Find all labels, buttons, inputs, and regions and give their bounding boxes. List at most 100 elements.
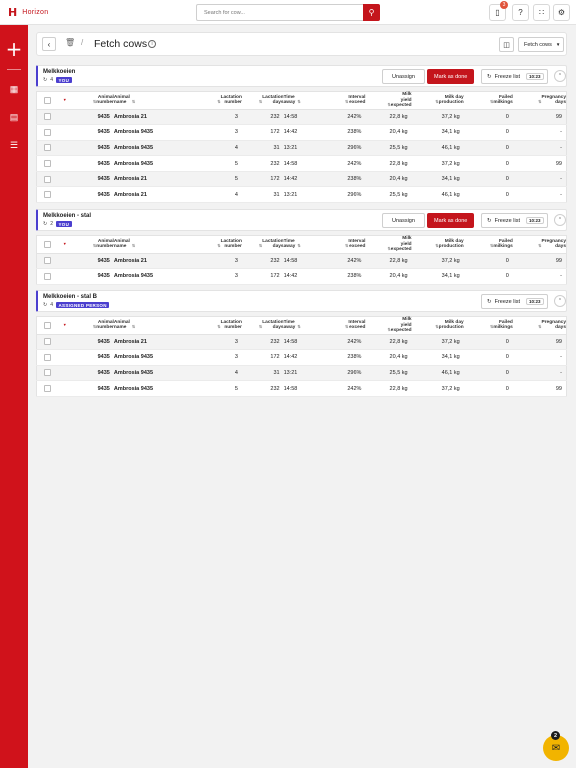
column-header[interactable]: ⇅ Pregnancy days <box>512 316 567 335</box>
sort-icon[interactable]: ▾ <box>64 241 66 246</box>
cell-interval-exceed: 238% <box>320 171 366 188</box>
collapse-button[interactable]: ⌃ <box>554 214 566 226</box>
back-button[interactable]: ‹ <box>42 37 56 51</box>
row-checkbox[interactable] <box>43 385 51 393</box>
cell-lactation-days: 31 <box>241 365 284 382</box>
column-header[interactable]: ⇅ Failed milkings <box>463 316 513 335</box>
column-header[interactable]: ⇅ Milk day production <box>411 91 464 110</box>
sort-icon[interactable]: ▾ <box>64 97 66 102</box>
freeze-time: 10:23 <box>525 217 544 224</box>
column-header[interactable]: ⇅ Failed milkings <box>463 91 513 110</box>
trash-icon[interactable]: 🗑 <box>65 38 75 47</box>
column-header[interactable]: ⇅ Lactation days <box>241 235 284 254</box>
table-row[interactable]: 9435 Ambrosia 21 3 232 14:58 242% 22,8 kg 37,2 … <box>36 253 567 270</box>
column-header-label: Time away <box>284 95 296 106</box>
freeze-list-button[interactable]: ↻ Freeze list 10:23 <box>481 69 548 84</box>
collapse-button[interactable]: ⌃ <box>554 70 566 82</box>
column-header[interactable]: ⇅ Lactation days <box>241 316 284 335</box>
select-all-checkbox[interactable] <box>43 240 51 248</box>
row-checkbox[interactable] <box>43 369 51 377</box>
column-header[interactable]: ⇅ Pregnancy days <box>512 91 567 110</box>
column-header[interactable]: Time away ⇅ <box>283 316 321 335</box>
row-checkbox[interactable] <box>43 160 51 168</box>
help-button[interactable]: ? <box>512 4 529 21</box>
column-header[interactable]: Animal name ⇅ <box>113 235 189 254</box>
column-header[interactable]: ⇅ Milk yield expected <box>365 235 412 254</box>
notifications-button[interactable]: ▯ 3 <box>489 1 508 21</box>
column-header[interactable]: ⇅ Animal number <box>72 235 114 254</box>
column-header[interactable]: ⇅ Pregnancy days <box>512 235 567 254</box>
row-checkbox[interactable] <box>43 353 51 361</box>
row-checkbox[interactable] <box>43 128 51 136</box>
column-header-label: Time away <box>284 239 296 250</box>
table-row[interactable]: 9435 Ambrosia 21 3 232 14:58 242% 22,8 kg 37,2 … <box>36 109 567 126</box>
apps-button[interactable]: ∷ <box>533 4 550 21</box>
assignee-tag: ASSIGNED PERSON <box>55 302 110 308</box>
column-header[interactable]: ⇅ Animal number <box>72 316 114 335</box>
column-header[interactable]: Animal name ⇅ <box>113 91 189 110</box>
cell-animal-name: Ambrosia 9435 <box>113 268 189 285</box>
row-checkbox[interactable] <box>43 191 51 199</box>
column-header[interactable]: ⇅ Lactation days <box>241 91 284 110</box>
table-row[interactable]: 9435 Ambrosia 9435 3 172 14:42 238% 20,4 kg 34,… <box>36 268 567 285</box>
report-icon[interactable]: ▤ <box>8 111 20 123</box>
select-all-checkbox[interactable] <box>43 96 51 104</box>
column-header[interactable]: ⇅ Interval exceed <box>320 235 366 254</box>
table-row[interactable]: 9435 Ambrosia 9435 3 172 14:42 238% 20,4 kg 34,… <box>36 124 567 141</box>
table-row[interactable]: 9435 Ambrosia 21 4 31 13:21 296% 25,5 kg 46,1 k… <box>36 186 567 204</box>
row-checkbox[interactable] <box>43 144 51 152</box>
mark-as-done-button[interactable]: Mark as done <box>427 69 475 84</box>
dashboard-icon[interactable]: ▦ <box>8 83 20 95</box>
column-header[interactable]: Animal name ⇅ <box>113 316 189 335</box>
freeze-list-button[interactable]: ↻ Freeze list 10:23 <box>481 294 548 309</box>
column-header[interactable]: ⇅ Lactation number <box>188 316 242 335</box>
row-checkbox[interactable] <box>43 175 51 183</box>
column-header[interactable]: ⇅ Lactation number <box>188 91 242 110</box>
table-row[interactable]: 9435 Ambrosia 9435 3 172 14:42 238% 20,4 kg 34,… <box>36 349 567 366</box>
plus-icon[interactable]: + <box>4 39 24 60</box>
unassign-button[interactable]: Unassign <box>382 69 425 84</box>
select-all-checkbox[interactable] <box>43 321 51 329</box>
cow-table: ▾ ⇅ Animal number Animal name ⇅ ⇅ Lactation numbe… <box>36 91 567 204</box>
column-header[interactable]: ⇅ Animal number <box>72 91 114 110</box>
column-header[interactable]: Time away ⇅ <box>283 235 321 254</box>
logo[interactable]: H Horizon <box>8 6 48 19</box>
freeze-list-button[interactable]: ↻ Freeze list 10:23 <box>481 213 548 228</box>
cell-milk-day-production: 37,2 kg <box>411 334 464 351</box>
filters-icon[interactable]: ☰ <box>8 139 20 151</box>
info-icon[interactable]: i <box>148 40 156 48</box>
column-header[interactable]: ⇅ Lactation number <box>188 235 242 254</box>
table-row[interactable]: 9435 Ambrosia 21 3 232 14:58 242% 22,8 kg 37,2 … <box>36 334 567 351</box>
table-row[interactable]: 9435 Ambrosia 9435 5 232 14:58 242% 22,8 kg 37,… <box>36 155 567 172</box>
settings-button[interactable]: ⚙ <box>553 4 570 21</box>
column-header[interactable]: Time away ⇅ <box>283 91 321 110</box>
row-checkbox[interactable] <box>43 257 51 265</box>
row-checkbox[interactable] <box>43 272 51 280</box>
unassign-button[interactable]: Unassign <box>382 213 425 228</box>
table-row[interactable]: 9435 Ambrosia 9435 5 232 14:58 242% 22,8 kg 37,… <box>36 380 567 397</box>
collapse-button[interactable]: ⌃ <box>554 295 566 307</box>
column-header[interactable]: ⇅ Milk day production <box>411 235 464 254</box>
column-header[interactable]: ⇅ Milk day production <box>411 316 464 335</box>
fetch-cows-select[interactable]: Fetch cows ▼ <box>518 37 564 52</box>
table-row[interactable]: 9435 Ambrosia 9435 4 31 13:21 296% 25,5 kg 46,1… <box>36 140 567 157</box>
group-meta: ↻ 2 YOU <box>43 221 72 227</box>
column-header[interactable]: ⇅ Interval exceed <box>320 316 366 335</box>
table-row[interactable]: 9435 Ambrosia 9435 4 31 13:21 296% 25,5 kg 46,1… <box>36 365 567 382</box>
column-header[interactable]: ⇅ Failed milkings <box>463 235 513 254</box>
cell-lactation-days: 232 <box>241 109 284 126</box>
column-header[interactable]: ⇅ Milk yield expected <box>365 316 412 335</box>
search-button[interactable]: ⚲ <box>363 4 380 21</box>
row-checkbox[interactable] <box>43 338 51 346</box>
cell-failed-milkings: 0 <box>463 334 513 351</box>
search-input[interactable] <box>197 5 361 20</box>
row-checkbox[interactable] <box>43 113 51 121</box>
cell-time-away: 14:42 <box>283 171 321 188</box>
columns-button[interactable]: ◫ <box>499 37 514 52</box>
mark-as-done-button[interactable]: Mark as done <box>427 213 475 228</box>
column-header[interactable]: ⇅ Interval exceed <box>320 91 366 110</box>
sort-icon[interactable]: ▾ <box>64 322 66 327</box>
column-header[interactable]: ⇅ Milk yield expected <box>365 91 412 110</box>
table-row[interactable]: 9435 Ambrosia 21 5 172 14:42 238% 20,4 kg 34,1 … <box>36 171 567 188</box>
cell-lactation-days: 172 <box>241 124 284 141</box>
